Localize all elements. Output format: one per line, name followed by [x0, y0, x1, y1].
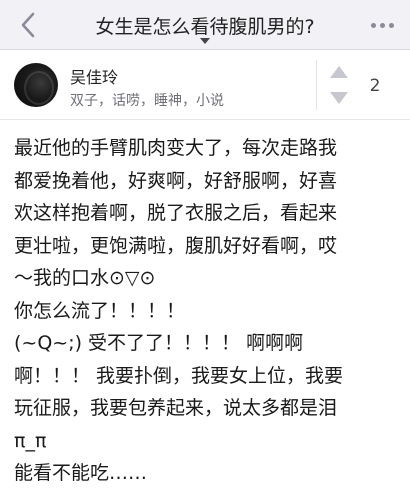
answer-line: 你怎么流了！！！！ [14, 299, 186, 322]
dot-icon [388, 22, 394, 28]
answer-line: 最近他的手臂肌肉变大了，每次走路我 [14, 137, 338, 159]
answer-body: 最近他的手臂肌肉变大了，每次走路我 都爱挽着他，好爽啊，好舒服啊，好喜 欢这样抱… [14, 132, 396, 490]
author-name[interactable]: 吴佳玲 [70, 64, 118, 88]
author-header: 吴佳玲 双子，话唠，睡神，小说 2 [0, 50, 410, 120]
answer-line: 能看不能吃…… [14, 462, 148, 484]
divider [316, 60, 317, 110]
vote-count: 2 [369, 76, 381, 96]
answer-line: (~Q~;) 受不了了！！！！ 啊啊啊 [14, 332, 304, 354]
more-options-button[interactable] [364, 12, 400, 38]
answer-line: π_π [14, 429, 47, 452]
upvote-icon[interactable] [330, 66, 348, 78]
chevron-left-icon [21, 12, 35, 38]
answer-line: ～我的口水⊙▽⊙ [14, 267, 156, 289]
vote-button[interactable] [326, 66, 352, 104]
dot-icon [370, 22, 376, 28]
answer-line: 都爱挽着他，好爽啊，好舒服啊，好喜 [14, 169, 338, 192]
answer-line: 玩征服，我要包养起来，说太多都是泪 [14, 397, 338, 419]
answer-line: 欢这样抱着啊，脱了衣服之后，看起来 [14, 202, 338, 224]
caret-down-icon[interactable] [200, 38, 210, 44]
downvote-icon[interactable] [330, 92, 348, 104]
navigation-bar: 女生是怎么看待腹肌男的? [0, 0, 410, 50]
question-title[interactable]: 女生是怎么看待腹肌男的? [74, 12, 336, 39]
back-button[interactable] [10, 6, 46, 44]
avatar[interactable] [14, 63, 58, 107]
author-bio: 双子，话唠，睡神，小说 [70, 93, 224, 109]
dot-icon [379, 22, 385, 28]
answer-line: 更壮啦，更饱满啦，腹肌好好看啊，哎 [14, 234, 338, 257]
answer-line: 啊！！！ 我要扑倒，我要女上位，我要 [14, 364, 344, 387]
